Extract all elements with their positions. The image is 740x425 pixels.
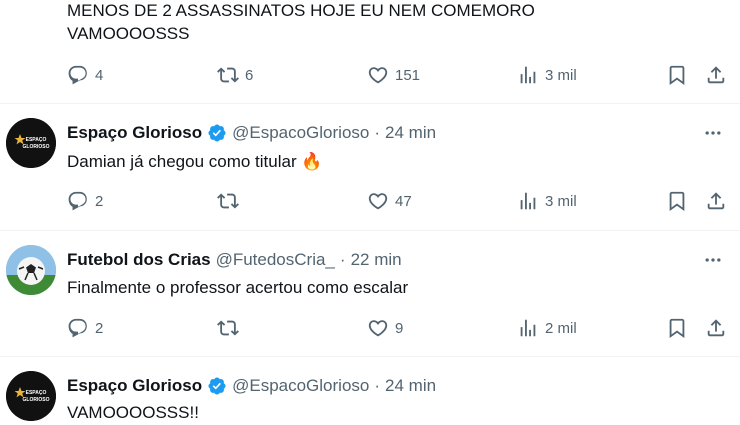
- views-count: 2 mil: [545, 319, 577, 337]
- reply-icon: [68, 65, 87, 85]
- tweet-text: MENOS DE 2 ASSASSINATOS HOJE EU NEM COME…: [67, 1, 535, 20]
- views-icon: [520, 319, 536, 337]
- display-name[interactable]: Futebol dos Crias: [67, 250, 211, 270]
- verified-badge-icon: [208, 377, 226, 395]
- reply-button[interactable]: 2: [67, 317, 103, 339]
- divider: [0, 103, 740, 104]
- like-count: 9: [395, 319, 404, 337]
- tweet-text: VAMOOOOSSS!!: [67, 403, 199, 422]
- bookmark-button[interactable]: [666, 64, 688, 86]
- more-options-button[interactable]: [702, 122, 724, 144]
- display-name[interactable]: Espaço Glorioso: [67, 123, 202, 143]
- reply-button[interactable]: 4: [67, 64, 103, 86]
- views-button[interactable]: 2 mil: [517, 317, 577, 339]
- espaco-glorioso-logo-icon: ESPAÇO GLORIOSO: [6, 371, 56, 421]
- bookmark-icon: [669, 318, 685, 339]
- reply-icon: [68, 191, 87, 211]
- espaco-glorioso-logo-icon: ESPAÇO GLORIOSO: [6, 118, 56, 168]
- svg-text:ESPAÇO: ESPAÇO: [26, 137, 47, 143]
- user-handle[interactable]: @EspacoGlorioso: [232, 376, 369, 396]
- avatar[interactable]: ESPAÇO GLORIOSO: [6, 371, 56, 421]
- retweet-button[interactable]: [217, 317, 239, 339]
- divider: [0, 356, 740, 357]
- bookmark-button[interactable]: [666, 190, 688, 212]
- like-count: 151: [395, 66, 421, 84]
- verified-badge-icon: [208, 124, 226, 142]
- tweet-header: Futebol dos Crias @FutedosCria_ · 22 min: [67, 248, 407, 272]
- tweet-header: Espaço Glorioso @EspacoGlorioso · 24 min: [67, 121, 441, 145]
- share-button[interactable]: [705, 317, 727, 339]
- retweet-button[interactable]: 6: [217, 64, 253, 86]
- reply-button[interactable]: 2: [67, 190, 103, 212]
- avatar[interactable]: ESPAÇO GLORIOSO: [6, 118, 56, 168]
- display-name[interactable]: Espaço Glorioso: [67, 376, 202, 396]
- share-button[interactable]: [705, 190, 727, 212]
- separator-dot: ·: [339, 250, 346, 269]
- views-count: 3 mil: [545, 66, 577, 84]
- views-icon: [520, 66, 536, 84]
- views-button[interactable]: 3 mil: [517, 64, 577, 86]
- retweet-icon: [217, 67, 239, 83]
- reply-count: 2: [95, 192, 104, 210]
- views-count: 3 mil: [545, 192, 577, 210]
- share-icon: [707, 66, 725, 84]
- retweet-icon: [217, 193, 239, 209]
- user-handle[interactable]: @EspacoGlorioso: [232, 123, 369, 143]
- reply-count: 4: [95, 66, 104, 84]
- reply-icon: [68, 318, 87, 338]
- bookmark-icon: [669, 65, 685, 86]
- reply-count: 2: [95, 319, 104, 337]
- avatar[interactable]: [6, 245, 56, 295]
- share-button[interactable]: [705, 64, 727, 86]
- timestamp[interactable]: 24 min: [385, 376, 436, 396]
- svg-text:GLORIOSO: GLORIOSO: [23, 144, 50, 150]
- more-options-button[interactable]: [702, 249, 724, 271]
- timestamp[interactable]: 24 min: [385, 123, 436, 143]
- retweet-count: 6: [245, 66, 254, 84]
- views-button[interactable]: 3 mil: [517, 190, 577, 212]
- heart-icon: [368, 320, 388, 337]
- tweet-text: VAMOOOOSSS: [67, 24, 190, 43]
- svg-text:GLORIOSO: GLORIOSO: [23, 397, 50, 403]
- user-handle[interactable]: @FutedosCria_: [216, 250, 335, 270]
- tweet-text: Finalmente o professor acertou como esca…: [67, 278, 409, 297]
- retweet-icon: [217, 320, 239, 336]
- retweet-button[interactable]: [217, 190, 239, 212]
- bookmark-button[interactable]: [666, 317, 688, 339]
- separator-dot: ·: [374, 376, 381, 395]
- like-button[interactable]: 9: [367, 317, 403, 339]
- more-icon: [705, 258, 721, 262]
- more-icon: [705, 131, 721, 135]
- bookmark-icon: [669, 191, 685, 212]
- share-icon: [707, 192, 725, 210]
- timestamp[interactable]: 22 min: [351, 250, 402, 270]
- divider: [0, 230, 740, 231]
- like-button[interactable]: 151: [367, 64, 420, 86]
- separator-dot: ·: [374, 123, 381, 142]
- tweet-text: Damian já chegou como titular 🔥: [67, 152, 323, 171]
- views-icon: [520, 192, 536, 210]
- soccer-ball-avatar-icon: [6, 245, 56, 295]
- like-button[interactable]: 47: [367, 190, 412, 212]
- like-count: 47: [395, 192, 412, 210]
- heart-icon: [368, 67, 388, 84]
- share-icon: [707, 319, 725, 337]
- tweet-header: Espaço Glorioso @EspacoGlorioso · 24 min: [67, 374, 441, 398]
- svg-text:ESPAÇO: ESPAÇO: [26, 390, 47, 396]
- heart-icon: [368, 193, 388, 210]
